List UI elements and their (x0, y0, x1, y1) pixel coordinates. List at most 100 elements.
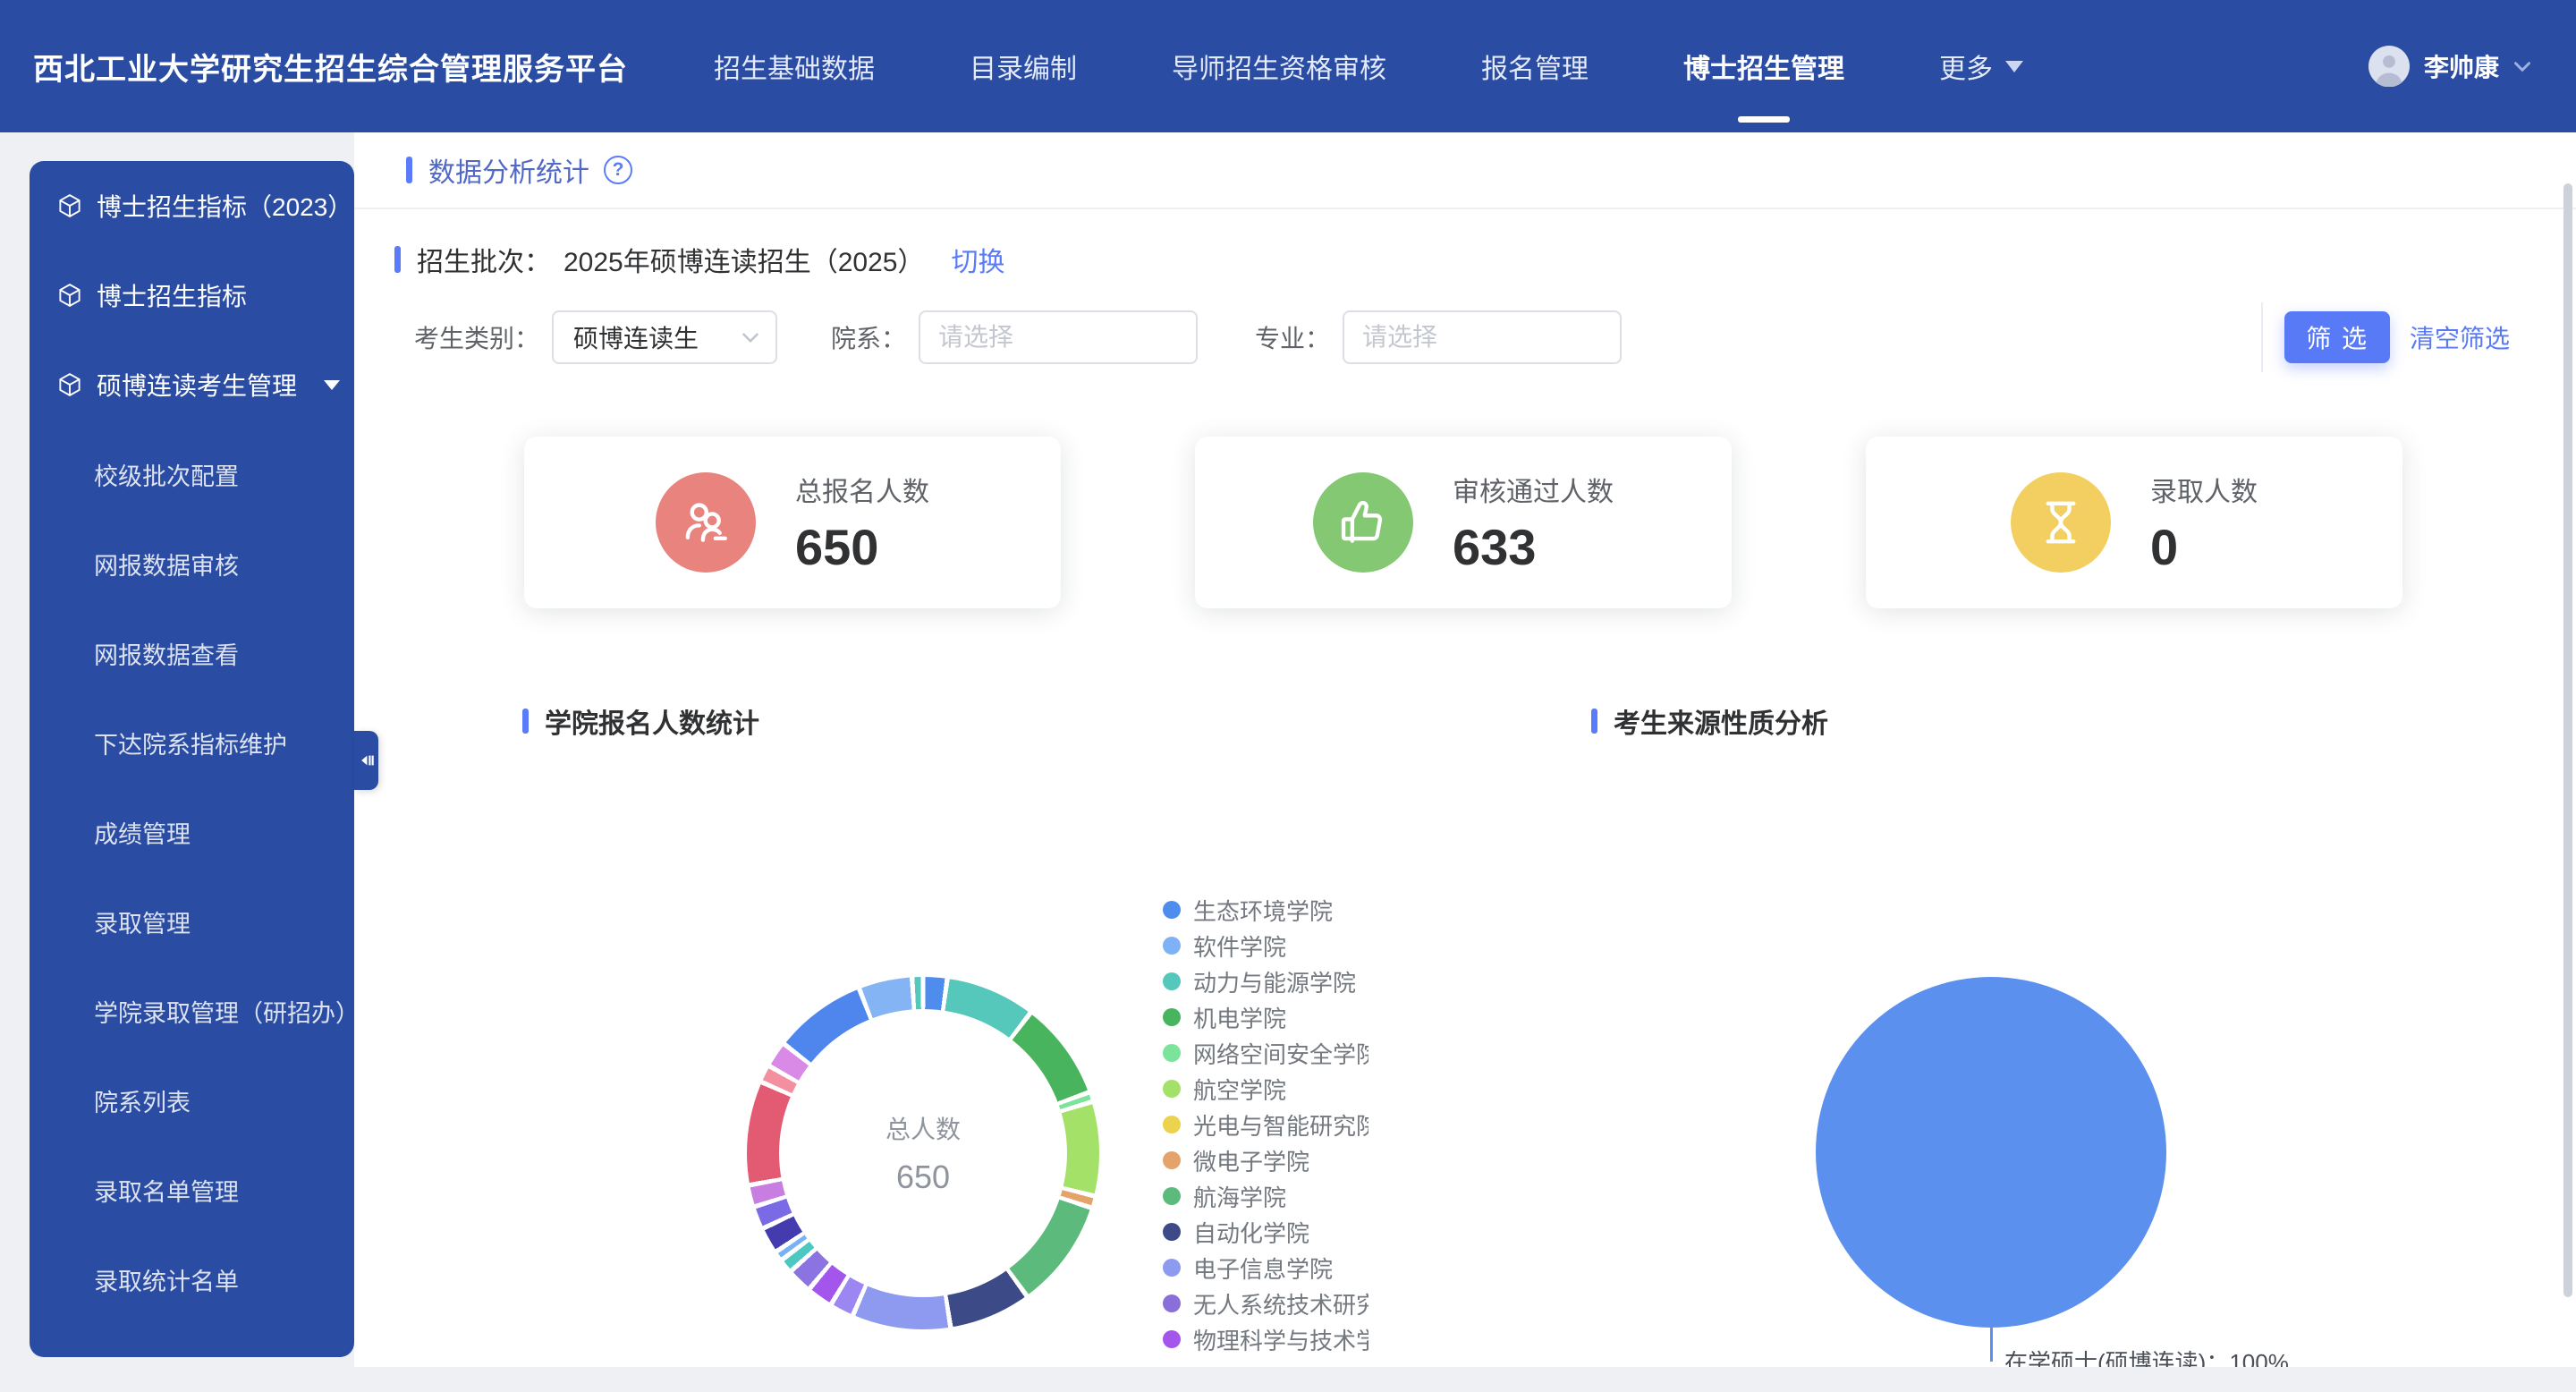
donut-center-label: 总人数 (886, 1110, 961, 1146)
category-select[interactable]: 硕博连读生 (552, 310, 777, 364)
legend-item-11[interactable]: 电子信息学院 (1163, 1250, 1368, 1286)
legend-item-4[interactable]: 机电学院 (1163, 999, 1368, 1035)
legend-item-3[interactable]: 动力与能源学院 (1163, 963, 1368, 999)
dept-input[interactable] (919, 310, 1198, 364)
stat-label: 录取人数 (2150, 470, 2258, 509)
sidebar-item-7[interactable]: 下达院系指标维护 (30, 698, 354, 787)
sidebar-item-label: 硕博连读考生管理 (97, 367, 297, 403)
nav-item-label: 报名管理 (1481, 47, 1589, 86)
legend-label: 软件学院 (1193, 929, 1286, 963)
user-avatar (2368, 46, 2410, 87)
user-name: 李帅康 (2424, 48, 2499, 84)
legend-label: 物理科学与技术学院 (1193, 1323, 1368, 1356)
sidebar-item-8[interactable]: 成绩管理 (30, 787, 354, 877)
nav-item-2[interactable]: 目录编制 (970, 0, 1077, 132)
page-title: 数据分析统计 (428, 150, 589, 190)
legend-item-8[interactable]: 微电子学院 (1163, 1142, 1368, 1178)
legend-item-1[interactable]: 生态环境学院 (1163, 892, 1368, 928)
sidebar: 博士招生指标（2023） 博士招生指标硕博连读考生管理校级批次配置网报数据审核网报… (30, 161, 354, 1357)
sidebar-item-12[interactable]: 录取名单管理 (30, 1145, 354, 1235)
nav-item-1[interactable]: 招生基础数据 (714, 0, 875, 132)
hourglass-icon (2011, 472, 2111, 573)
sidebar-item-4[interactable]: 校级批次配置 (30, 429, 354, 519)
nav-item-label: 招生基础数据 (714, 47, 875, 86)
stat-value: 633 (1453, 518, 1614, 576)
section-accent-bar (522, 709, 529, 734)
sidebar-item-3[interactable]: 硕博连读考生管理 (30, 340, 354, 429)
stat-card-2: 审核通过人数 633 (1195, 437, 1732, 608)
sidebar-item-label: 博士招生指标 (97, 277, 247, 313)
source-pie-chart (1816, 977, 2166, 1328)
main-content: 数据分析统计 ? 招生批次： 2025年硕博连读招生（2025） 切换 考生类别… (354, 132, 2576, 1367)
stat-label: 审核通过人数 (1453, 470, 1614, 509)
pie-label-leader-line (1990, 1328, 1993, 1362)
nav-item-label: 目录编制 (970, 47, 1077, 86)
legend-item-7[interactable]: 光电与智能研究院 (1163, 1107, 1368, 1142)
stat-cards-row: 总报名人数650 审核通过人数 633 录取人数 0 (524, 437, 2402, 608)
legend-dot (1163, 1223, 1181, 1241)
stat-label: 总报名人数 (795, 470, 929, 509)
sidebar-item-label: 下达院系指标维护 (94, 726, 287, 760)
nav-item-6[interactable]: 更多 (1939, 0, 2023, 132)
legend-item-13[interactable]: 物理科学与技术学院 (1163, 1321, 1368, 1357)
legend-label: 微电子学院 (1193, 1144, 1309, 1177)
legend-dot (1163, 1008, 1181, 1026)
user-menu[interactable]: 李帅康 (2368, 46, 2531, 87)
legend-dot (1163, 1151, 1181, 1169)
legend-item-9[interactable]: 航海学院 (1163, 1178, 1368, 1214)
section-title-text: 学院报名人数统计 (545, 701, 759, 741)
sidebar-item-11[interactable]: 院系列表 (30, 1056, 354, 1145)
sidebar-item-2[interactable]: 博士招生指标 (30, 250, 354, 340)
sidebar-item-5[interactable]: 网报数据审核 (30, 519, 354, 608)
clear-filter-link[interactable]: 清空筛选 (2410, 319, 2510, 355)
legend-dot (1163, 937, 1181, 955)
sidebar-item-label: 成绩管理 (94, 815, 191, 850)
filter-button[interactable]: 筛 选 (2284, 311, 2390, 363)
scrollbar-thumb[interactable] (2563, 183, 2572, 1297)
legend-label: 生态环境学院 (1193, 894, 1333, 927)
caret-down-icon (2005, 61, 2023, 72)
top-nav: 西北工业大学研究生招生综合管理服务平台 招生基础数据 目录编制 导师招生资格审核 报名… (0, 0, 2576, 132)
stat-value: 0 (2150, 518, 2258, 576)
cube-icon (56, 282, 83, 309)
sidebar-collapse-button[interactable] (354, 731, 378, 790)
switch-batch-link[interactable]: 切换 (951, 240, 1004, 279)
stat-card-1: 总报名人数650 (524, 437, 1061, 608)
sidebar-item-10[interactable]: 学院录取管理（研招办） (30, 966, 354, 1056)
stat-text: 总报名人数650 (795, 470, 929, 576)
legend-dot (1163, 1259, 1181, 1277)
legend-item-10[interactable]: 自动化学院 (1163, 1214, 1368, 1250)
sidebar-item-label: 网报数据查看 (94, 636, 239, 671)
pie-label: 在学硕士(硕博连读)：100% (2004, 1349, 2289, 1367)
section-title-college-stats: 学院报名人数统计 (522, 701, 759, 741)
sidebar-item-6[interactable]: 网报数据查看 (30, 608, 354, 698)
donut-legend: 生态环境学院软件学院动力与能源学院机电学院网络空间安全学院航空学院光电与智能研究… (1163, 892, 1368, 1357)
major-input[interactable] (1343, 310, 1622, 364)
primary-nav: 招生基础数据 目录编制 导师招生资格审核 报名管理 博士招生管理 更多 (714, 0, 2023, 132)
nav-item-label: 博士招生管理 (1683, 47, 1844, 86)
thumbs-up-icon (1313, 472, 1413, 573)
legend-dot (1163, 1044, 1181, 1062)
legend-dot (1163, 1187, 1181, 1205)
legend-item-5[interactable]: 网络空间安全学院 (1163, 1035, 1368, 1071)
legend-item-2[interactable]: 软件学院 (1163, 928, 1368, 963)
batch-label: 招生批次： (417, 240, 551, 279)
donut-center-value: 650 (896, 1159, 950, 1196)
sidebar-item-13[interactable]: 录取统计名单 (30, 1235, 354, 1324)
sidebar-item-1[interactable]: 博士招生指标（2023） (30, 161, 354, 250)
nav-item-label: 导师招生资格审核 (1172, 47, 1386, 86)
help-icon[interactable]: ? (604, 156, 632, 184)
nav-item-4[interactable]: 报名管理 (1481, 0, 1589, 132)
legend-item-6[interactable]: 航空学院 (1163, 1071, 1368, 1107)
sidebar-item-9[interactable]: 录取管理 (30, 877, 354, 966)
app-title: 西北工业大学研究生招生综合管理服务平台 (33, 45, 628, 89)
legend-item-12[interactable]: 无人系统技术研究院 (1163, 1286, 1368, 1321)
sidebar-item-label: 院系列表 (94, 1083, 191, 1118)
nav-item-label: 更多 (1939, 47, 1993, 86)
batch-row: 招生批次： 2025年硕博连读招生（2025） 切换 (394, 233, 1004, 286)
section-accent-bar (1591, 709, 1597, 734)
nav-item-3[interactable]: 导师招生资格审核 (1172, 0, 1386, 132)
category-label: 考生类别： (414, 319, 539, 355)
legend-label: 无人系统技术研究院 (1193, 1287, 1368, 1320)
nav-item-5[interactable]: 博士招生管理 (1683, 0, 1844, 132)
